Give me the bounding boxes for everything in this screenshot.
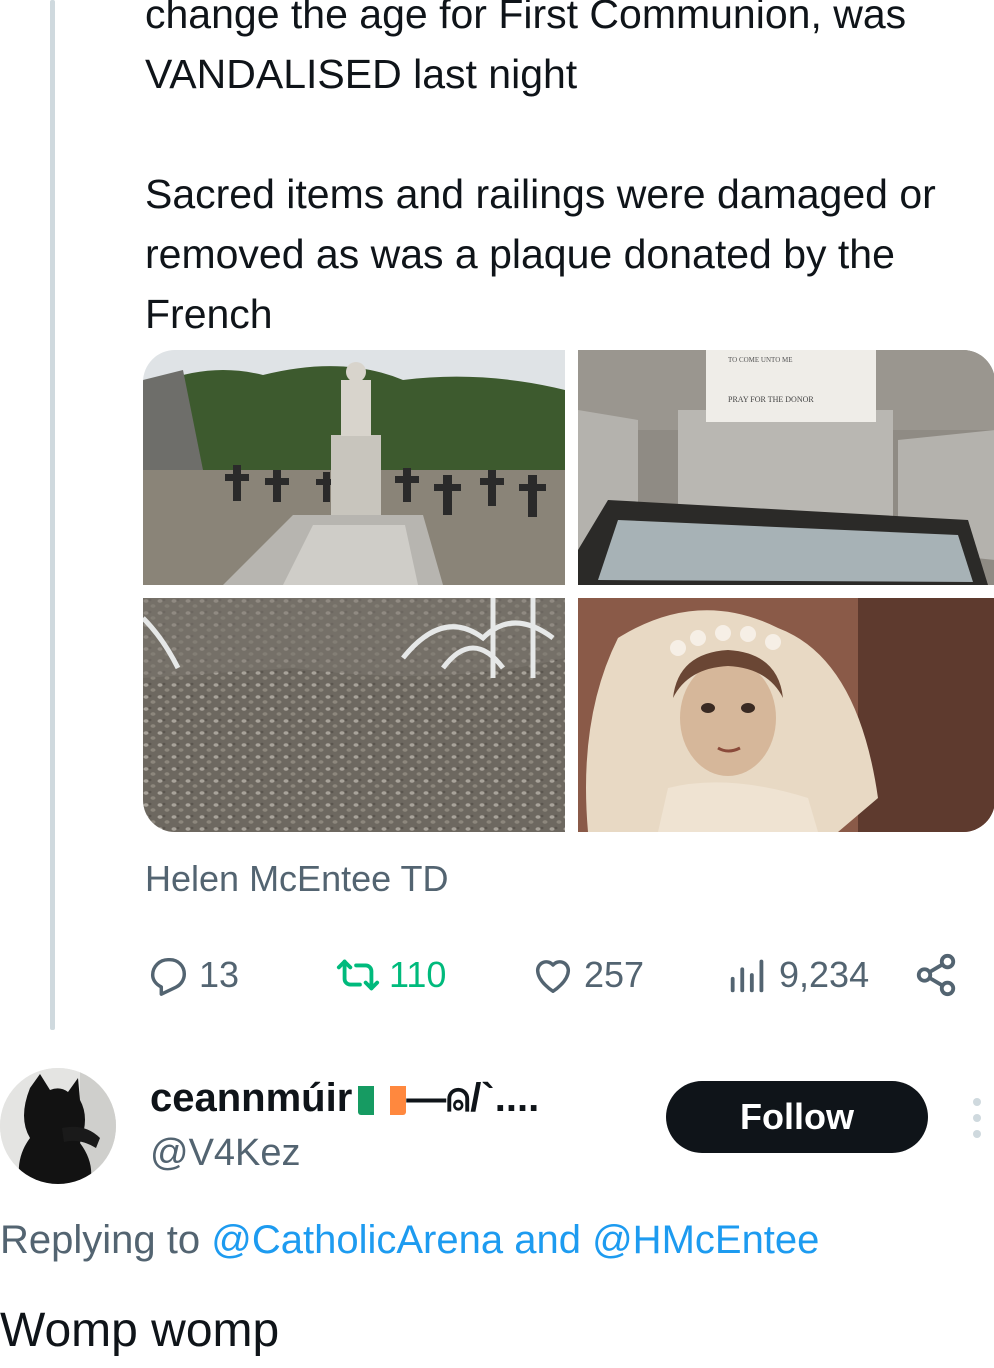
photo-gravel-railing[interactable]: [143, 598, 565, 832]
replying-to-prefix: Replying to: [0, 1218, 201, 1262]
reply-button[interactable]: 13: [145, 945, 239, 1005]
retweet-icon: [336, 959, 380, 991]
views-count: 9,234: [779, 954, 870, 995]
heart-icon: [535, 960, 571, 994]
display-name-text: ceannmúir: [150, 1076, 353, 1120]
views-button[interactable]: 9,234: [725, 945, 869, 1005]
analytics-icon: [730, 959, 764, 993]
retweet-button[interactable]: 110: [335, 945, 446, 1005]
reply-handle[interactable]: @V4Kez: [150, 1132, 301, 1175]
share-icon: [916, 953, 956, 997]
media-source-label[interactable]: Helen McEntee TD: [145, 858, 448, 900]
tweet-text: change the age for First Communion, was …: [145, 0, 985, 344]
replying-to-line: Replying to @CatholicArena and @HMcEntee: [0, 1218, 819, 1263]
tweet-text-line-2: VANDALISED last night: [145, 51, 578, 97]
avatar[interactable]: [0, 1068, 116, 1184]
reply-text: Womp womp: [0, 1304, 280, 1357]
follow-button[interactable]: Follow: [666, 1081, 928, 1153]
replying-to-mentions[interactable]: @CatholicArena and @HMcEntee: [211, 1218, 819, 1262]
like-button[interactable]: 257: [530, 945, 644, 1005]
photo-cemetery-statue[interactable]: [143, 350, 565, 585]
media-grid: TO COME UNTO ME PRAY FOR THE DONOR: [143, 350, 994, 832]
display-name-suffix: —⍝/`....: [406, 1076, 540, 1120]
plaque-text-2: PRAY FOR THE DONOR: [728, 395, 814, 404]
reply-count: 13: [199, 954, 240, 995]
share-button[interactable]: [913, 945, 967, 1005]
retweet-count: 110: [389, 954, 447, 995]
tweet-text-line-1: change the age for First Communion, was: [145, 0, 907, 37]
tweet-action-bar: 13 110 257 9,234: [145, 945, 975, 1005]
thread-connector-line: [50, 0, 55, 1030]
plaque-text-1: TO COME UNTO ME: [728, 356, 793, 364]
ireland-flag-icon: [358, 1083, 407, 1115]
reply-icon: [150, 957, 187, 996]
like-count: 257: [584, 954, 645, 995]
avatar-black-cat-image: [0, 1068, 116, 1184]
photo-communion-portrait[interactable]: [578, 598, 994, 832]
reply-display-name[interactable]: ceannmúir —⍝/`....: [150, 1076, 539, 1121]
photo-grave-plinth[interactable]: TO COME UNTO ME PRAY FOR THE DONOR: [578, 350, 994, 585]
more-options-icon[interactable]: [965, 1096, 989, 1140]
tweet-text-paragraph-2: Sacred items and railings were damaged o…: [145, 171, 936, 337]
